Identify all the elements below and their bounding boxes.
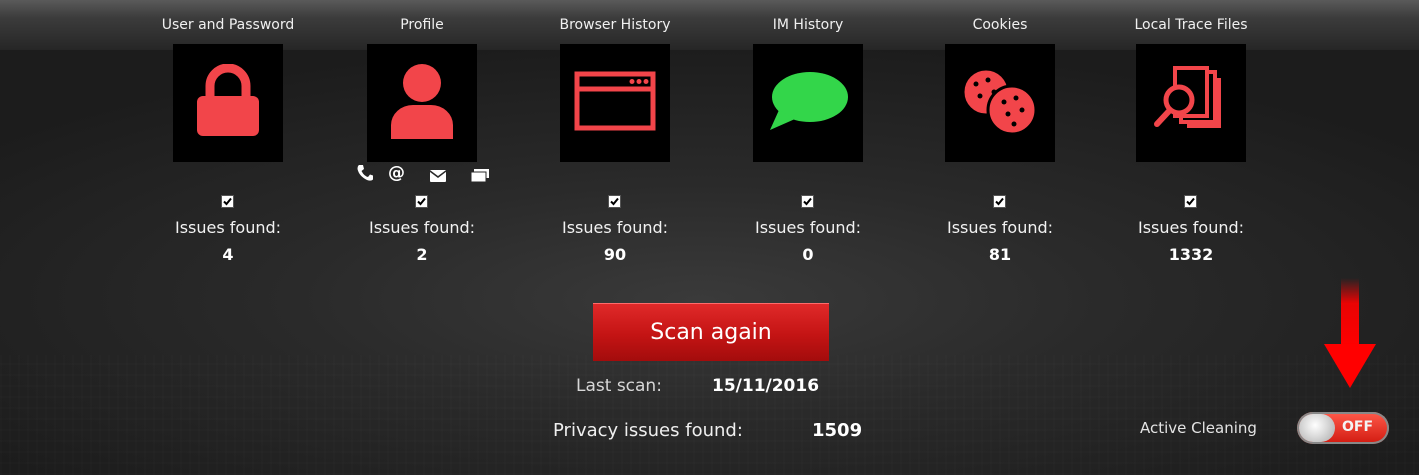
category-tile-cookies[interactable] <box>945 44 1055 162</box>
category-label: User and Password <box>161 17 295 33</box>
category-checkbox[interactable] <box>608 195 621 208</box>
issues-count: 90 <box>603 245 627 264</box>
category-label: Cookies <box>972 17 1028 33</box>
magnify-files-icon <box>1153 66 1229 140</box>
issues-label: Issues found: <box>754 218 862 237</box>
cookies-icon <box>958 66 1042 140</box>
category-tile-im-history[interactable] <box>753 44 863 162</box>
speech-bubble-icon <box>767 70 849 136</box>
phone-icon <box>356 164 374 186</box>
at-sign-icon: @ <box>388 163 405 183</box>
last-scan-label: Last scan: <box>576 376 662 396</box>
privacy-issues-total: 1509 <box>812 420 863 441</box>
issues-label: Issues found: <box>368 218 476 237</box>
lock-icon <box>193 63 263 142</box>
profile-contact-icons: @ <box>352 163 492 188</box>
down-arrow-icon <box>1322 278 1378 394</box>
issues-count: 0 <box>802 245 814 264</box>
category-checkbox[interactable] <box>221 195 234 208</box>
scan-again-button[interactable]: Scan again <box>593 303 829 361</box>
category-checkbox[interactable] <box>1184 195 1197 208</box>
category-tile-local-trace-files[interactable] <box>1136 44 1246 162</box>
active-cleaning-toggle[interactable]: OFF <box>1297 412 1389 444</box>
issues-count: 4 <box>222 245 234 264</box>
background-texture <box>0 355 1419 475</box>
category-tile-profile[interactable] <box>367 44 477 162</box>
privacy-issues-label: Privacy issues found: <box>553 420 743 441</box>
category-tile-user-password[interactable] <box>173 44 283 162</box>
category-label: Local Trace Files <box>1134 17 1248 33</box>
issues-label: Issues found: <box>1137 218 1245 237</box>
last-scan-date: 15/11/2016 <box>712 376 820 396</box>
card-icon <box>470 167 489 186</box>
category-label: Profile <box>400 17 444 33</box>
toggle-knob[interactable] <box>1299 414 1335 442</box>
category-checkbox[interactable] <box>801 195 814 208</box>
category-label: Browser History <box>559 17 671 33</box>
category-tile-browser-history[interactable] <box>560 44 670 162</box>
person-icon <box>389 63 455 143</box>
active-cleaning-label: Active Cleaning <box>1140 419 1257 437</box>
category-checkbox[interactable] <box>415 195 428 208</box>
issues-count: 81 <box>988 245 1012 264</box>
category-checkbox[interactable] <box>993 195 1006 208</box>
issues-count: 2 <box>416 245 428 264</box>
issues-label: Issues found: <box>174 218 282 237</box>
issues-label: Issues found: <box>946 218 1054 237</box>
issues-label: Issues found: <box>561 218 669 237</box>
toggle-state-label: OFF <box>1342 419 1374 435</box>
category-label: IM History <box>772 17 844 33</box>
issues-count: 1332 <box>1168 245 1214 264</box>
envelope-icon <box>429 167 447 186</box>
browser-window-icon <box>574 71 656 135</box>
